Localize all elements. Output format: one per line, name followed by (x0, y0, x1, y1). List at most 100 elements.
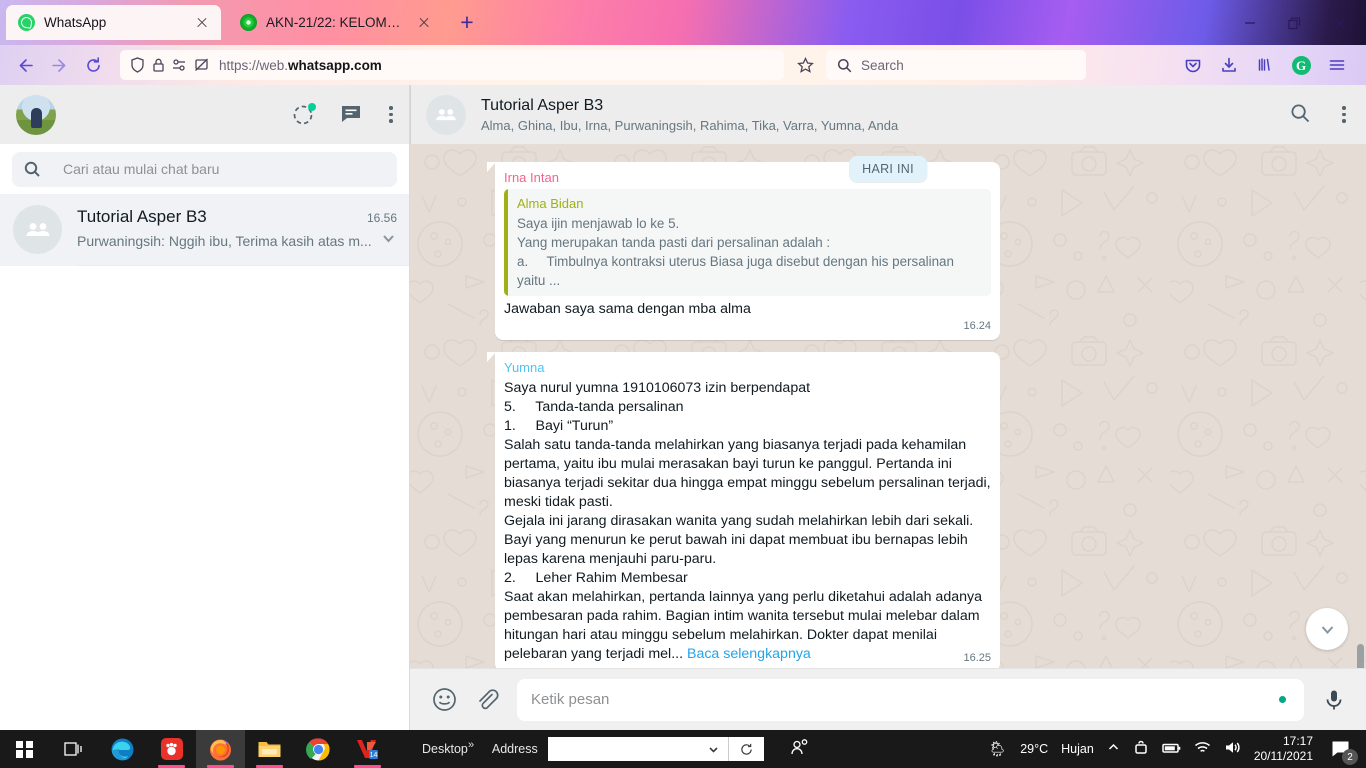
chat-name: Tutorial Asper B3 (77, 206, 207, 226)
search-placeholder: Search (861, 57, 904, 73)
read-more-link[interactable]: Baca selengkapnya (687, 646, 811, 662)
browser-titlebar: WhatsApp AKN-21/22: KELOMPOK B3 + (0, 0, 1366, 45)
chevron-down-icon[interactable] (380, 230, 397, 252)
message-bubble[interactable]: Irna Intan Alma Bidan Saya ijin menjawab… (487, 162, 1000, 340)
windows-taskbar: 14 Desktop » Address 🌦 29°C Hujan 17:17 … (0, 730, 1366, 768)
status-unread-dot (308, 102, 316, 111)
quoted-message[interactable]: Alma Bidan Saya ijin menjawab lo ke 5. Y… (504, 189, 991, 296)
search-placeholder: Cari atau mulai chat baru (63, 161, 220, 177)
people-icon[interactable] (790, 738, 809, 760)
volume-icon[interactable] (1224, 740, 1241, 758)
typing-indicator-dot (1279, 696, 1286, 703)
group-avatar (13, 205, 62, 254)
browser-navbar: https://web.whatsapp.com Search G (0, 45, 1366, 85)
sidebar-search-row: Cari atau mulai chat baru (0, 144, 409, 194)
permissions-icon (173, 59, 185, 71)
browser-search-box[interactable]: Search (826, 50, 1086, 80)
lock-icon (153, 58, 164, 72)
tab-title: WhatsApp (44, 15, 107, 30)
svg-text:14: 14 (370, 752, 378, 759)
chat-list-item-tutorial-asper-b3[interactable]: Tutorial Asper B3 16.56 Purwaningsih: Ng… (0, 194, 409, 266)
taskbar-clock[interactable]: 17:17 20/11/2021 (1254, 734, 1313, 764)
classroom-icon (240, 14, 257, 31)
group-avatar[interactable] (426, 94, 466, 135)
browser-tab-whatsapp[interactable]: WhatsApp (6, 5, 221, 40)
conversation-members: Alma, Ghina, Ibu, Irna, Purwaningsih, Ra… (481, 117, 899, 133)
star-icon[interactable] (790, 50, 820, 80)
menu-icon[interactable] (1342, 106, 1346, 123)
windows-start-icon[interactable] (0, 730, 49, 768)
message-composer: Ketik pesan (410, 668, 1366, 730)
file-explorer-icon[interactable] (245, 730, 294, 768)
search-icon[interactable] (1290, 103, 1314, 127)
quoted-text: Saya ijin menjawab lo ke 5. Yang merupak… (517, 216, 954, 288)
library-icon[interactable] (1248, 50, 1282, 80)
download-icon[interactable] (1212, 50, 1246, 80)
close-icon[interactable] (193, 14, 211, 32)
address-input[interactable] (547, 737, 728, 761)
task-view-icon[interactable] (49, 730, 98, 768)
back-arrow-icon[interactable] (8, 50, 42, 80)
scroll-to-bottom-icon[interactable] (1306, 608, 1348, 650)
refresh-icon[interactable] (727, 737, 764, 761)
message-scrollbar[interactable] (1357, 644, 1364, 668)
microphone-icon[interactable] (1322, 688, 1346, 712)
status-icon[interactable] (291, 102, 316, 127)
overflow-chevron-icon[interactable]: » (468, 739, 474, 751)
navbar-right-icons: G (1176, 50, 1358, 80)
browser-tab-classroom[interactable]: AKN-21/22: KELOMPOK B3 (228, 5, 443, 40)
new-tab-button[interactable]: + (456, 11, 478, 34)
chat-list-pane: Cari atau mulai chat baru Tutorial Asper… (0, 85, 410, 730)
google-chrome-icon[interactable] (294, 730, 343, 768)
wifi-icon[interactable] (1194, 740, 1211, 758)
search-input[interactable]: Cari atau mulai chat baru (12, 151, 397, 187)
action-center-icon[interactable]: 2 (1326, 734, 1358, 765)
minimize-icon[interactable] (1227, 8, 1272, 38)
message-time: 16.25 (963, 652, 991, 664)
close-icon[interactable] (415, 14, 433, 32)
conversation-titles[interactable]: Tutorial Asper B3 Alma, Ghina, Ibu, Irna… (481, 95, 1290, 135)
search-icon (837, 58, 852, 72)
firefox-icon[interactable] (196, 730, 245, 768)
battery-icon[interactable] (1162, 741, 1181, 758)
vegas-pro-icon[interactable]: 14 (343, 730, 392, 768)
message-bubble[interactable]: Yumna Saya nurul yumna 1910106073 izin b… (487, 352, 1000, 668)
message-scroll-area[interactable]: HARI INI Irna Intan Alma Bidan Saya ijin… (410, 144, 1366, 668)
forward-arrow-icon[interactable] (42, 50, 76, 80)
webcam-icon[interactable] (1133, 740, 1149, 759)
menu-icon[interactable] (389, 106, 393, 123)
address-toolbar-label: Address (491, 742, 538, 756)
attachment-clip-icon[interactable] (475, 688, 499, 712)
clock-date: 20/11/2021 (1253, 749, 1313, 763)
gom-player-icon[interactable] (147, 730, 196, 768)
reload-icon[interactable] (76, 50, 110, 80)
profile-avatar[interactable] (16, 94, 56, 135)
message-group-irna: Irna Intan Alma Bidan Saya ijin menjawab… (487, 162, 1281, 340)
chat-list: Tutorial Asper B3 16.56 Purwaningsih: Ng… (0, 194, 409, 730)
close-icon[interactable] (1317, 8, 1362, 38)
restore-icon[interactable] (1272, 8, 1317, 38)
chat-time: 16.56 (366, 210, 397, 225)
weather-desc: Hujan (1061, 742, 1094, 756)
sidebar-header (0, 85, 409, 144)
new-chat-icon[interactable] (340, 103, 364, 127)
message-sender: Yumna (504, 360, 545, 375)
message-text: Jawaban saya sama dengan mba alma (504, 301, 751, 317)
weather-temp: 29°C (1020, 742, 1049, 756)
rain-cloud-icon[interactable]: 🌦 (988, 740, 1007, 758)
emoji-icon[interactable] (432, 687, 457, 712)
address-bar[interactable]: https://web.whatsapp.com (120, 50, 784, 80)
date-divider: HARI INI (849, 156, 927, 182)
pocket-icon[interactable] (1176, 50, 1210, 80)
desktop-toolbar-label[interactable]: Desktop (422, 742, 468, 756)
grammarly-icon[interactable]: G (1284, 50, 1318, 80)
hamburger-menu-icon[interactable] (1320, 50, 1354, 80)
microsoft-edge-icon[interactable] (98, 730, 147, 768)
show-hidden-icons[interactable] (1107, 741, 1120, 757)
chat-preview: Purwaningsih: Nggih ibu, Terima kasih at… (77, 232, 372, 249)
conversation-header-icons (1290, 103, 1346, 127)
message-input[interactable]: Ketik pesan (517, 678, 1304, 721)
tracker-blocked-icon (195, 58, 208, 71)
taskbar-toolbar: Desktop » Address (410, 737, 809, 761)
page-title: Tutorial Asper B3 (481, 96, 604, 114)
